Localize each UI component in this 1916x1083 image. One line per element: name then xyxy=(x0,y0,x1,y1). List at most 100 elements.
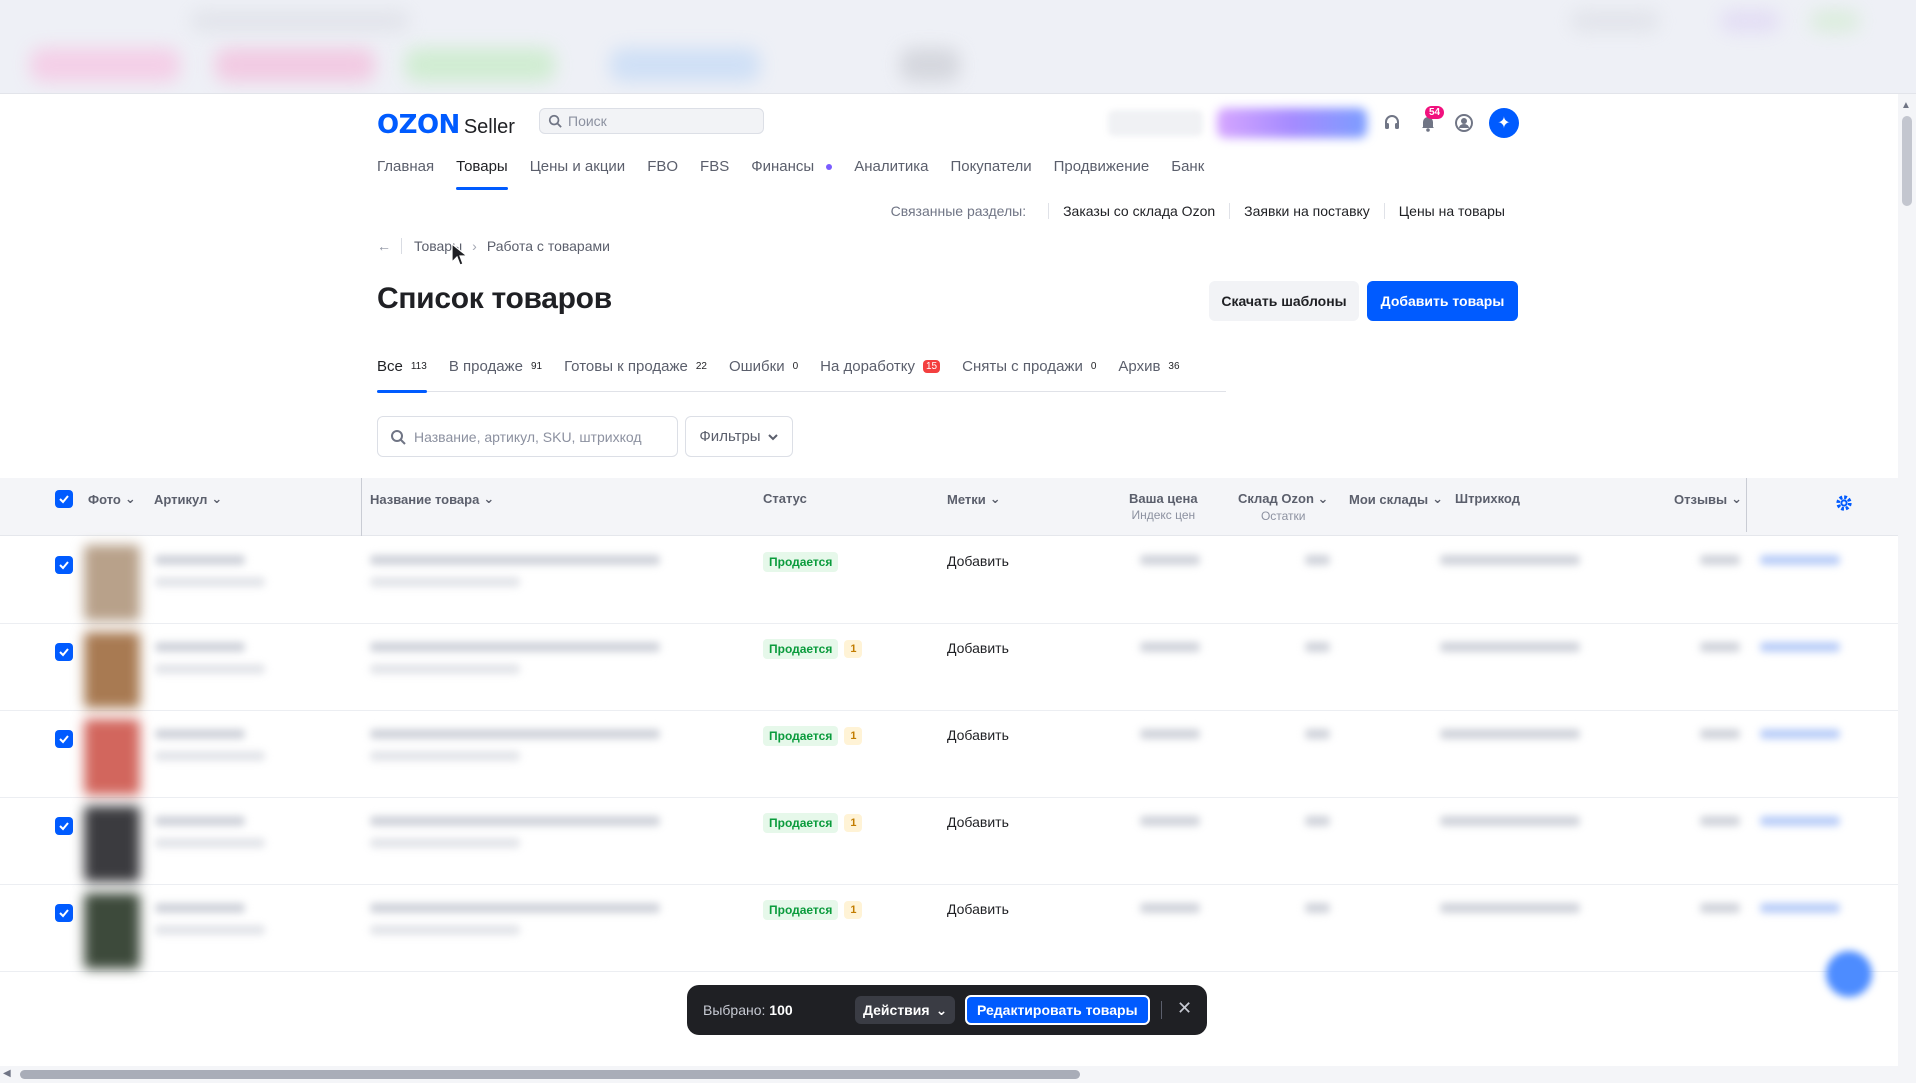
blurred-promo-banner[interactable] xyxy=(1217,108,1367,138)
horizontal-scrollbar[interactable]: ◀ xyxy=(0,1066,1898,1083)
blurred-article-sub xyxy=(155,664,265,674)
add-tag-link[interactable]: Добавить xyxy=(947,901,1009,917)
column-header-my-stock[interactable]: Мои склады ⌄ xyxy=(1349,491,1443,507)
global-search-input[interactable]: Поиск xyxy=(539,108,764,134)
column-label: Метки xyxy=(947,491,986,507)
chat-floating-button[interactable] xyxy=(1826,951,1872,997)
nav-item-products[interactable]: Товары xyxy=(456,158,508,190)
blurred-action-button[interactable] xyxy=(1760,816,1840,826)
nav-item-analytics[interactable]: Аналитика xyxy=(854,158,928,190)
ai-assistant-sparkle-icon[interactable]: ✦ xyxy=(1489,108,1519,138)
edit-products-button[interactable]: Редактировать товары xyxy=(965,995,1150,1025)
blurred-product-name xyxy=(370,903,660,913)
nav-item-home[interactable]: Главная xyxy=(377,158,434,190)
profile-avatar-icon[interactable] xyxy=(1453,112,1475,134)
notifications-bell-icon[interactable]: 54 xyxy=(1417,106,1445,134)
ozon-seller-logo[interactable]: OZON Seller xyxy=(377,110,515,140)
blurred-price xyxy=(1140,555,1200,565)
chevron-down-icon: ⌄ xyxy=(989,491,1001,506)
row-checkbox[interactable] xyxy=(55,904,73,922)
nav-item-promotion[interactable]: Продвижение xyxy=(1054,158,1150,190)
table-header: Фото ⌄ Артикул ⌄ Название товара ⌄ Статус М… xyxy=(0,478,1898,536)
blurred-action-button[interactable] xyxy=(1760,903,1840,913)
bulk-action-bar: Выбрано: 100 Действия ⌄ Редактировать тов… xyxy=(687,985,1207,1035)
column-header-reviews[interactable]: Отзывы ⌄ xyxy=(1674,491,1742,507)
tab-errors[interactable]: Ошибки 0 xyxy=(729,358,798,392)
nav-item-prices-promos[interactable]: Цены и акции xyxy=(530,158,625,190)
table-row[interactable]: Продается 1 Добавить xyxy=(0,885,1898,972)
add-tag-link[interactable]: Добавить xyxy=(947,727,1009,743)
selected-count: 100 xyxy=(769,1002,793,1018)
product-photo[interactable] xyxy=(84,545,140,621)
blurred-action-button[interactable] xyxy=(1760,729,1840,739)
row-checkbox[interactable] xyxy=(55,730,73,748)
product-photo[interactable] xyxy=(84,719,140,795)
column-header-photo[interactable]: Фото ⌄ xyxy=(88,491,136,507)
download-templates-button[interactable]: Скачать шаблоны xyxy=(1209,281,1359,321)
related-link-ozon-warehouse-orders[interactable]: Заказы со склада Ozon xyxy=(1048,203,1229,219)
select-all-checkbox[interactable] xyxy=(55,490,73,508)
add-tag-link[interactable]: Добавить xyxy=(947,553,1009,569)
tab-needs-revision[interactable]: На доработку 15 xyxy=(820,358,941,392)
blurred-action-button[interactable] xyxy=(1760,642,1840,652)
column-header-article[interactable]: Артикул ⌄ xyxy=(154,491,222,507)
product-photo[interactable] xyxy=(84,806,140,882)
nav-item-fbo[interactable]: FBO xyxy=(647,158,678,190)
column-sublabel: Остатки xyxy=(1260,509,1306,523)
nav-item-fbs[interactable]: FBS xyxy=(700,158,729,190)
tab-archive[interactable]: Архив 36 xyxy=(1118,358,1179,392)
tab-count: 0 xyxy=(1090,361,1097,372)
gear-icon[interactable] xyxy=(1835,494,1853,512)
add-products-button[interactable]: Добавить товары xyxy=(1367,281,1518,321)
product-photo[interactable] xyxy=(84,632,140,708)
scroll-up-arrow-icon[interactable]: ▲ xyxy=(1901,100,1911,111)
blurred-article xyxy=(155,903,245,913)
nav-item-bank[interactable]: Банк xyxy=(1171,158,1204,190)
tab-count: 22 xyxy=(695,361,707,372)
column-header-name[interactable]: Название товара ⌄ xyxy=(370,491,494,507)
table-row[interactable]: Продается Добавить xyxy=(0,537,1898,624)
table-row[interactable]: Продается 1 Добавить xyxy=(0,624,1898,711)
support-icon[interactable] xyxy=(1381,112,1403,134)
close-icon[interactable]: ✕ xyxy=(1177,998,1192,1019)
scroll-left-arrow-icon[interactable]: ◀ xyxy=(3,1068,11,1079)
tab-removed-from-sale[interactable]: Сняты с продажи 0 xyxy=(962,358,1096,392)
actions-dropdown[interactable]: Действия ⌄ xyxy=(855,996,956,1024)
table-row[interactable]: Продается 1 Добавить xyxy=(0,798,1898,885)
related-link-product-prices[interactable]: Цены на товары xyxy=(1383,203,1519,219)
tab-label: Ошибки xyxy=(728,358,785,375)
nav-item-customers[interactable]: Покупатели xyxy=(950,158,1031,190)
product-search-input[interactable]: Название, артикул, SKU, штрихкод xyxy=(377,416,678,457)
nav-label: Продвижение xyxy=(1053,158,1150,175)
tab-all[interactable]: Все 113 xyxy=(377,358,427,393)
blurred-action-button[interactable] xyxy=(1760,555,1840,565)
vertical-scrollbar[interactable]: ▲ xyxy=(1898,94,1916,1083)
column-header-tags[interactable]: Метки ⌄ xyxy=(947,491,1001,507)
column-label: Штрихкод xyxy=(1455,491,1520,506)
status-cell: Продается xyxy=(763,552,839,572)
blurred-product-name-sub xyxy=(370,838,520,848)
tab-count: 91 xyxy=(530,361,543,372)
row-checkbox[interactable] xyxy=(55,556,73,574)
scrollbar-thumb[interactable] xyxy=(20,1070,1080,1079)
column-header-ozon-stock[interactable]: Склад Ozon ⌄ Остатки xyxy=(1238,491,1328,523)
row-checkbox[interactable] xyxy=(55,817,73,835)
notifications-count-badge: 54 xyxy=(1425,106,1445,119)
filters-dropdown[interactable]: Фильтры xyxy=(685,416,793,457)
column-header-price[interactable]: Ваша цена Индекс цен xyxy=(1129,491,1198,522)
scrollbar-thumb[interactable] xyxy=(1902,116,1912,206)
column-header-barcode[interactable]: Штрихкод xyxy=(1455,491,1520,506)
column-header-status[interactable]: Статус xyxy=(763,491,807,506)
row-checkbox[interactable] xyxy=(55,643,73,661)
related-link-supply-requests[interactable]: Заявки на поставку xyxy=(1229,203,1384,219)
add-tag-link[interactable]: Добавить xyxy=(947,640,1009,656)
tab-on-sale[interactable]: В продаже 91 xyxy=(449,358,542,392)
table-row[interactable]: Продается 1 Добавить xyxy=(0,711,1898,798)
add-tag-link[interactable]: Добавить xyxy=(947,814,1009,830)
product-photo[interactable] xyxy=(84,893,140,969)
tab-label: Готовы к продаже xyxy=(564,358,688,375)
nav-item-finance[interactable]: Финансы xyxy=(751,158,833,190)
back-arrow-icon[interactable]: ← xyxy=(377,238,391,254)
tab-ready-for-sale[interactable]: Готовы к продаже 22 xyxy=(564,358,707,392)
status-count-badge: 1 xyxy=(844,901,863,919)
